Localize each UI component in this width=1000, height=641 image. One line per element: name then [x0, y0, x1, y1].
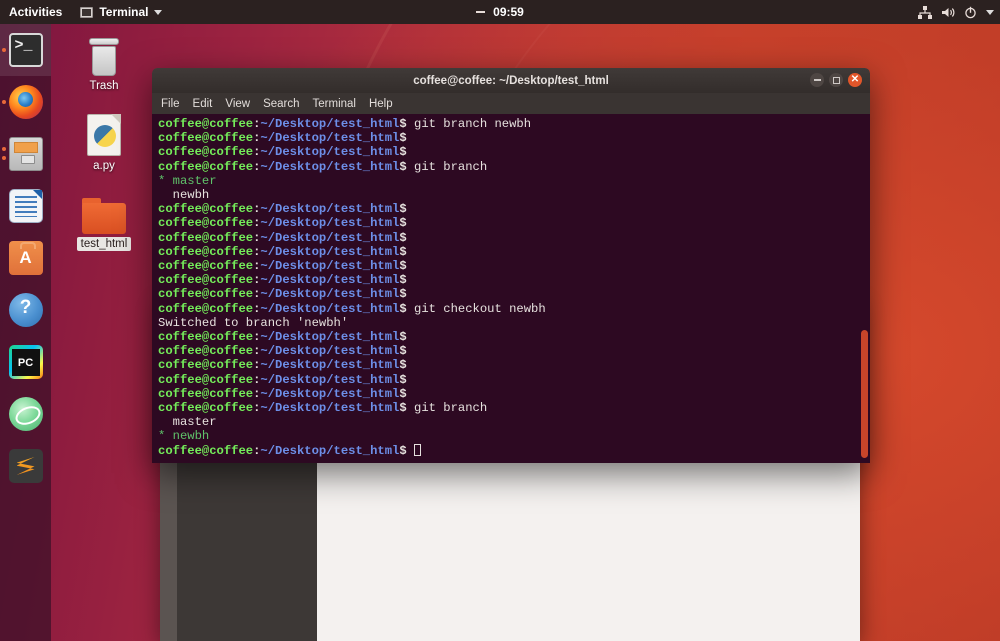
terminal-line: master — [158, 415, 217, 430]
window-controls: ✕ — [810, 73, 862, 87]
files-icon — [8, 137, 43, 171]
desktop-icon-label: Trash — [89, 80, 119, 92]
atom-icon — [8, 397, 43, 431]
terminal-line: coffee@coffee:~/Desktop/test_html$ — [158, 230, 407, 245]
terminal-line: coffee@coffee:~/Desktop/test_html$ — [158, 358, 407, 373]
python-file-icon — [62, 108, 146, 156]
terminal-line: * master — [158, 173, 217, 188]
terminal-line: coffee@coffee:~/Desktop/test_html$ — [158, 344, 407, 359]
dock-item-help[interactable] — [0, 284, 51, 336]
ubuntu-software-icon — [8, 241, 43, 275]
running-indicator — [2, 100, 6, 104]
terminal-line: coffee@coffee:~/Desktop/test_html$ git c… — [158, 301, 546, 316]
terminal-window[interactable]: coffee@coffee: ~/Desktop/test_html ✕ Fil… — [152, 68, 870, 463]
terminal-line: coffee@coffee:~/Desktop/test_html$ git b… — [158, 159, 488, 174]
desktop-icon-trash[interactable]: Trash — [62, 28, 146, 93]
top-bar: Activities Terminal 09:59 — [0, 0, 1000, 24]
minimize-button[interactable] — [810, 73, 824, 87]
dock-item-files[interactable] — [0, 128, 51, 180]
terminal-menubar: File Edit View Search Terminal Help — [152, 93, 870, 114]
terminal-line: coffee@coffee:~/Desktop/test_html$ — [158, 273, 407, 288]
terminal-line: coffee@coffee:~/Desktop/test_html$ — [158, 131, 407, 146]
terminal-lines: coffee@coffee:~/Desktop/test_html$ git b… — [156, 117, 870, 458]
desktop-icon-label: test_html — [76, 237, 132, 251]
system-indicators[interactable] — [918, 0, 994, 24]
clock-area[interactable]: 09:59 — [0, 0, 1000, 24]
dock-item-terminal[interactable]: >_ — [0, 24, 51, 76]
terminal-line: coffee@coffee:~/Desktop/test_html$ — [158, 145, 407, 160]
terminal-line: coffee@coffee:~/Desktop/test_html$ — [158, 386, 407, 401]
sublime-icon — [8, 449, 43, 483]
pycharm-icon — [8, 345, 43, 379]
desktop: Activities Terminal 09:59 >_ A ? PC Tras… — [0, 0, 1000, 641]
menu-item-terminal[interactable]: Terminal — [313, 98, 356, 110]
running-indicator — [2, 156, 6, 160]
terminal-line: coffee@coffee:~/Desktop/test_html$ — [158, 287, 407, 302]
dock-item-pycharm[interactable] — [0, 336, 51, 388]
notification-dash-icon — [476, 11, 486, 13]
terminal-line: coffee@coffee:~/Desktop/test_html$ — [158, 330, 407, 345]
desktop-icon-test-html[interactable]: test_html — [62, 186, 146, 251]
running-indicator — [2, 147, 6, 151]
dock-item-atom[interactable] — [0, 388, 51, 440]
terminal-line: newbh — [158, 188, 210, 203]
terminal-line: coffee@coffee:~/Desktop/test_html$ git b… — [158, 401, 488, 416]
terminal-cursor — [414, 443, 422, 456]
network-icon[interactable] — [918, 5, 932, 19]
folder-icon — [62, 186, 146, 234]
terminal-line: coffee@coffee:~/Desktop/test_html$ — [158, 202, 407, 217]
menu-item-view[interactable]: View — [225, 98, 250, 110]
volume-icon[interactable] — [941, 6, 955, 19]
terminal-line: coffee@coffee:~/Desktop/test_html$ — [156, 443, 870, 458]
running-indicator — [2, 48, 6, 52]
menu-item-file[interactable]: File — [161, 98, 180, 110]
terminal-scrollbar[interactable] — [859, 114, 870, 463]
terminal-line: coffee@coffee:~/Desktop/test_html$ — [158, 216, 407, 231]
menu-item-help[interactable]: Help — [369, 98, 393, 110]
terminal-line: * newbh — [158, 429, 210, 444]
menu-item-search[interactable]: Search — [263, 98, 299, 110]
desktop-icon-a-py[interactable]: a.py — [62, 108, 146, 173]
dock: >_ — [0, 24, 51, 641]
dock-item-firefox[interactable] — [0, 76, 51, 128]
firefox-icon — [8, 85, 43, 119]
maximize-button[interactable] — [829, 73, 843, 87]
chevron-down-icon[interactable] — [986, 9, 994, 15]
window-title: coffee@coffee: ~/Desktop/test_html — [413, 74, 609, 87]
dock-item-sublime[interactable] — [0, 440, 51, 492]
trash-icon — [62, 28, 146, 76]
terminal-line: coffee@coffee:~/Desktop/test_html$ git b… — [158, 117, 532, 131]
clock-label: 09:59 — [493, 5, 524, 19]
scrollbar-thumb[interactable] — [861, 330, 868, 458]
dock-item-writer[interactable] — [0, 180, 51, 232]
terminal-output[interactable]: coffee@coffee:~/Desktop/test_html$ git b… — [152, 114, 870, 463]
menu-item-edit[interactable]: Edit — [193, 98, 213, 110]
dock-item-ubuntu-software[interactable] — [0, 232, 51, 284]
terminal-line: coffee@coffee:~/Desktop/test_html$ — [158, 259, 407, 274]
terminal-line: coffee@coffee:~/Desktop/test_html$ — [158, 244, 407, 259]
terminal-line: coffee@coffee:~/Desktop/test_html$ — [158, 372, 407, 387]
help-icon — [8, 293, 43, 327]
close-button[interactable]: ✕ — [848, 73, 862, 87]
terminal-line: Switched to branch 'newbh' — [158, 315, 349, 330]
terminal-titlebar[interactable]: coffee@coffee: ~/Desktop/test_html ✕ — [152, 68, 870, 93]
writer-icon — [8, 189, 43, 223]
terminal-icon: >_ — [8, 33, 43, 67]
desktop-icon-label: a.py — [93, 160, 115, 172]
power-icon[interactable] — [964, 6, 977, 19]
